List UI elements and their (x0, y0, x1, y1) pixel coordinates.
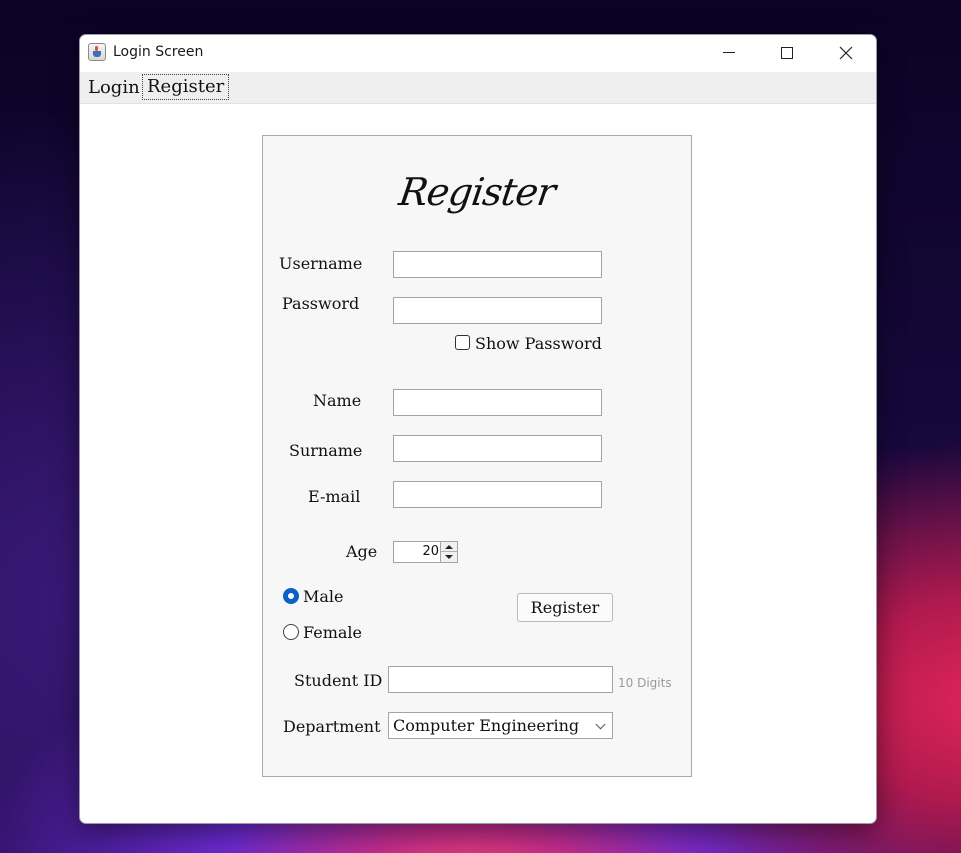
surname-label: Surname (289, 441, 363, 460)
register-panel: Register Username Password Show Password… (262, 135, 692, 777)
male-label[interactable]: Male (303, 587, 344, 606)
maximize-button[interactable] (758, 35, 816, 71)
female-label[interactable]: Female (303, 623, 362, 642)
female-radio[interactable] (283, 624, 299, 640)
username-label: Username (279, 254, 363, 273)
maximize-icon (781, 47, 793, 59)
close-button[interactable] (817, 35, 875, 71)
chevron-down-icon (595, 719, 606, 730)
male-radio[interactable] (283, 588, 299, 604)
minimize-icon (723, 52, 735, 53)
menu-bar: Login Register (80, 72, 876, 104)
menu-login[interactable]: Login (84, 75, 144, 101)
student-id-field[interactable] (388, 666, 613, 693)
age-spinner[interactable]: 20 (393, 541, 458, 563)
window-title: Login Screen (113, 44, 204, 60)
department-selected-value: Computer Engineering (393, 716, 580, 735)
menu-register[interactable]: Register (142, 74, 230, 100)
department-label: Department (283, 717, 381, 736)
java-app-icon (88, 43, 106, 61)
register-heading: Register (396, 170, 558, 214)
show-password-checkbox[interactable] (455, 335, 470, 350)
minimize-button[interactable] (700, 35, 758, 71)
username-field[interactable] (393, 251, 602, 278)
spinner-up-arrow-icon[interactable] (441, 542, 457, 552)
name-field[interactable] (393, 389, 602, 416)
title-bar[interactable]: Login Screen (80, 35, 876, 71)
spinner-down-arrow-icon[interactable] (441, 552, 457, 562)
email-label: E-mail (308, 487, 361, 506)
show-password-label[interactable]: Show Password (475, 334, 602, 353)
student-id-hint: 10 Digits (618, 676, 672, 690)
name-label: Name (313, 391, 362, 410)
close-icon (839, 46, 853, 60)
app-window: Login Screen Login Register Register Use… (79, 34, 877, 824)
password-label: Password (282, 294, 360, 313)
password-field[interactable] (393, 297, 602, 324)
department-select[interactable]: Computer Engineering (388, 712, 613, 739)
register-button[interactable]: Register (517, 593, 613, 622)
student-id-label: Student ID (294, 671, 383, 690)
email-field[interactable] (393, 481, 602, 508)
surname-field[interactable] (393, 435, 602, 462)
age-label: Age (346, 542, 378, 561)
age-value[interactable]: 20 (422, 544, 439, 559)
